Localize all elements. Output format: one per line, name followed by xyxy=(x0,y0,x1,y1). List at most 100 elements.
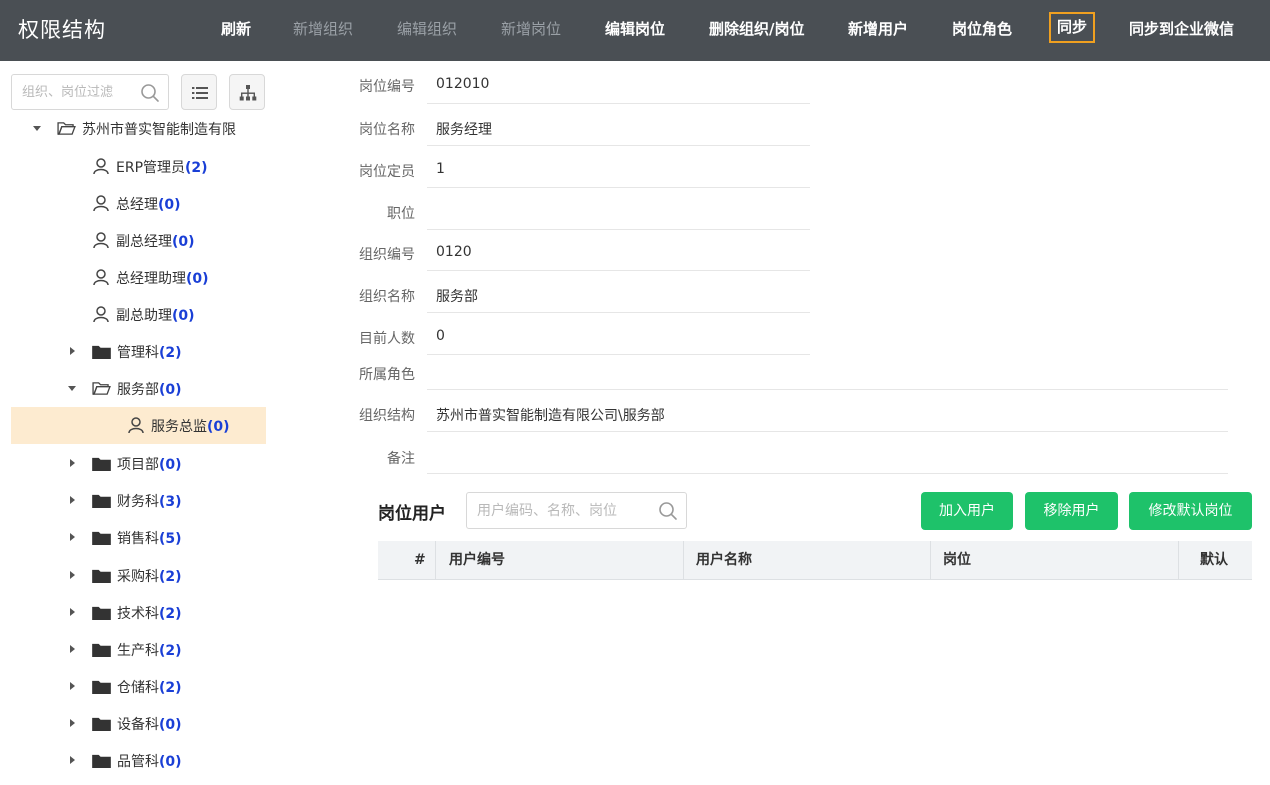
column-header-user-code[interactable]: 用户编号 xyxy=(449,541,505,580)
sync-wecom-button[interactable]: 同步到企业微信 xyxy=(1129,0,1234,61)
column-header-default[interactable]: 默认 xyxy=(1200,541,1228,580)
column-divider xyxy=(930,541,931,580)
field-label-headcount: 岗位定员 xyxy=(359,164,415,180)
caret-right-icon[interactable] xyxy=(70,756,75,764)
folder-icon xyxy=(92,754,111,768)
delete-org-post-button[interactable]: 删除组织/岗位 xyxy=(709,0,804,61)
count-badge: (0) xyxy=(207,419,230,435)
add-user-button[interactable]: 新增用户 xyxy=(848,0,908,61)
tree-node-org[interactable]: 技术科(2) xyxy=(11,594,266,631)
caret-right-icon[interactable] xyxy=(70,571,75,579)
tree-node-post[interactable]: 副总经理(0) xyxy=(11,222,266,259)
field-divider xyxy=(427,103,810,104)
search-icon[interactable] xyxy=(140,83,160,103)
list-view-button[interactable] xyxy=(181,74,217,110)
tree-node-post-selected[interactable]: 服务总监(0) xyxy=(11,407,266,444)
count-badge: (0) xyxy=(158,197,181,213)
count-badge: (5) xyxy=(159,531,182,547)
tree-node-org[interactable]: 项目部(0) xyxy=(11,445,266,482)
count-badge: (2) xyxy=(159,345,182,361)
folder-open-icon xyxy=(92,382,111,395)
field-divider xyxy=(427,354,810,355)
user-icon xyxy=(93,195,109,212)
tree-node-label: 生产科 xyxy=(117,643,159,659)
tree-node-org[interactable]: 服务部(0) xyxy=(11,370,266,407)
user-icon xyxy=(93,158,109,175)
caret-right-icon[interactable] xyxy=(70,719,75,727)
tree-node-org[interactable]: 财务科(3) xyxy=(11,482,266,519)
tree-node-post[interactable]: ERP管理员(2) xyxy=(11,148,266,185)
field-divider xyxy=(427,473,1228,474)
search-icon[interactable] xyxy=(658,501,678,521)
count-badge: (2) xyxy=(159,680,182,696)
tree-view-button[interactable] xyxy=(229,74,265,110)
folder-icon xyxy=(92,531,111,545)
user-search-input[interactable] xyxy=(477,501,647,521)
field-divider xyxy=(427,229,810,230)
post-users-title: 岗位用户 xyxy=(378,504,446,524)
caret-right-icon[interactable] xyxy=(70,533,75,541)
add-org-button[interactable]: 新增组织 xyxy=(293,0,353,61)
column-header-index: # xyxy=(414,552,426,568)
column-divider xyxy=(683,541,684,580)
count-badge: (0) xyxy=(172,308,195,324)
tree-node-org[interactable]: 管理科(2) xyxy=(11,333,266,370)
tree-node-post[interactable]: 总经理助理(0) xyxy=(11,259,266,296)
edit-org-button[interactable]: 编辑组织 xyxy=(397,0,457,61)
caret-right-icon[interactable] xyxy=(70,496,75,504)
column-header-post[interactable]: 岗位 xyxy=(943,541,971,580)
refresh-button[interactable]: 刷新 xyxy=(221,0,251,61)
tree-node-label: 技术科 xyxy=(117,606,159,622)
field-value-post-name: 服务经理 xyxy=(436,122,492,138)
column-header-user-name[interactable]: 用户名称 xyxy=(696,541,752,580)
tree-node-label: 副总助理 xyxy=(116,308,172,324)
post-role-button[interactable]: 岗位角色 xyxy=(952,0,1012,61)
field-label-org-code: 组织编号 xyxy=(359,247,415,263)
field-label-roles: 所属角色 xyxy=(359,367,415,383)
tree-node-post[interactable]: 副总助理(0) xyxy=(11,296,266,333)
tree-node-org[interactable]: 生产科(2) xyxy=(11,631,266,668)
tree-node-root[interactable]: 苏州市普实智能制造有限 xyxy=(11,110,266,147)
tree-node-org[interactable]: 仓储科(2) xyxy=(11,668,266,705)
tree-search xyxy=(11,74,169,110)
sync-button[interactable]: 同步 xyxy=(1049,12,1096,43)
add-post-button[interactable]: 新增岗位 xyxy=(501,0,561,61)
top-toolbar: 权限结构 刷新 新增组织 编辑组织 新增岗位 编辑岗位 删除组织/岗位 新增用户… xyxy=(0,0,1270,61)
page-title: 权限结构 xyxy=(18,18,106,42)
tree-node-label: 服务部 xyxy=(117,382,159,398)
count-badge: (2) xyxy=(159,569,182,585)
caret-right-icon[interactable] xyxy=(70,645,75,653)
add-users-button[interactable]: 加入用户 xyxy=(921,492,1013,530)
tree-node-org[interactable]: 品管科(0) xyxy=(11,742,266,779)
remove-users-button[interactable]: 移除用户 xyxy=(1025,492,1118,530)
caret-down-icon[interactable] xyxy=(33,126,41,131)
tree-node-org[interactable]: 销售科(5) xyxy=(11,519,266,556)
count-badge: (0) xyxy=(159,382,182,398)
folder-icon xyxy=(92,569,111,583)
caret-right-icon[interactable] xyxy=(70,608,75,616)
tree-node-label: 苏州市普实智能制造有限 xyxy=(82,122,236,138)
user-icon xyxy=(128,417,144,434)
tree-node-org[interactable]: 采购科(2) xyxy=(11,557,266,594)
tree-node-label: 管理科 xyxy=(117,345,159,361)
caret-right-icon[interactable] xyxy=(70,347,75,355)
org-chart-icon xyxy=(239,85,257,101)
tree-node-post[interactable]: 总经理(0) xyxy=(11,185,266,222)
caret-right-icon[interactable] xyxy=(70,682,75,690)
tree-node-label: 副总经理 xyxy=(116,234,172,250)
edit-post-button[interactable]: 编辑岗位 xyxy=(605,0,665,61)
user-icon xyxy=(93,306,109,323)
folder-open-icon xyxy=(57,122,76,135)
caret-right-icon[interactable] xyxy=(70,459,75,467)
field-label-remark: 备注 xyxy=(387,451,415,467)
caret-down-icon[interactable] xyxy=(68,386,76,391)
count-badge: (0) xyxy=(159,717,182,733)
tree-node-org[interactable]: 设备科(0) xyxy=(11,705,266,742)
folder-icon xyxy=(92,680,111,694)
count-badge: (2) xyxy=(159,606,182,622)
set-default-post-button[interactable]: 修改默认岗位 xyxy=(1129,492,1252,530)
tree-search-input[interactable] xyxy=(22,82,134,102)
count-badge: (2) xyxy=(185,160,208,176)
count-badge: (0) xyxy=(159,457,182,473)
tree-node-label: 总经理助理 xyxy=(116,271,186,287)
